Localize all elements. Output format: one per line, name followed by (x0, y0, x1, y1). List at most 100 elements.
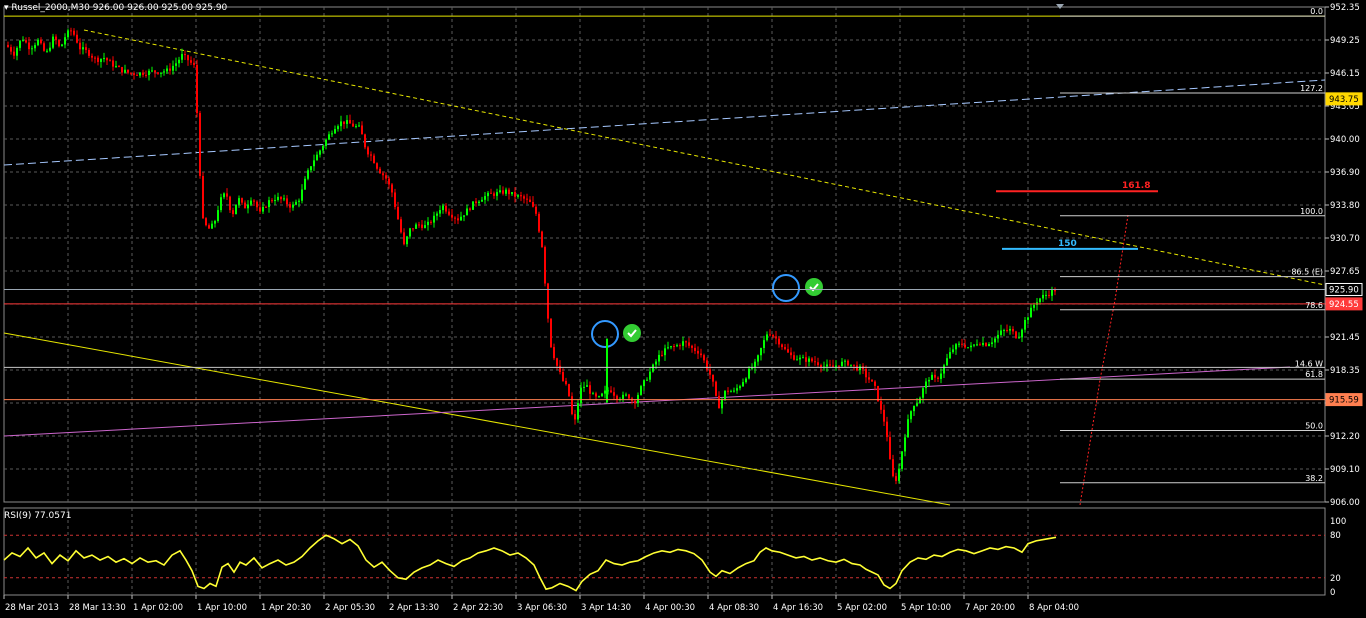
candle-body (1018, 337, 1020, 339)
candle-body (487, 192, 489, 197)
candle-body (1012, 328, 1014, 332)
candle-body (718, 395, 720, 409)
candle-body (202, 175, 204, 219)
candle-body (943, 365, 945, 374)
candle-body (841, 361, 843, 366)
candle-body (133, 73, 135, 75)
candle-body (535, 206, 537, 214)
candle-body (100, 58, 102, 62)
annotation-label-blue: 150 (1058, 239, 1077, 249)
rsi-header: RSI(9) 77.0571 (4, 511, 71, 521)
candle-body (985, 343, 987, 347)
y-tick-label: 912.20 (1330, 432, 1360, 442)
x-tick-label: 4 Apr 00:30 (645, 603, 695, 613)
candle-body (415, 224, 417, 229)
candle-body (940, 373, 942, 379)
candle-body (259, 207, 261, 212)
candle-body (697, 350, 699, 354)
axes: 952.35949.25946.15943.05940.00936.90933.… (3, 3, 1363, 613)
candle-body (460, 216, 462, 221)
candle-body (118, 65, 120, 68)
candle-body (217, 210, 219, 222)
x-tick-label: 4 Apr 08:30 (709, 603, 759, 613)
candle-body (880, 401, 882, 410)
candle-body (124, 69, 126, 73)
candle-body (733, 390, 735, 392)
candle-body (997, 334, 999, 339)
candle-body (913, 405, 915, 412)
rsi-tick-label: 80 (1330, 531, 1341, 541)
candle-body (184, 54, 186, 56)
candle-body (358, 125, 360, 127)
candle-body (574, 414, 576, 420)
candle-body (397, 206, 399, 220)
candle-body (391, 184, 393, 193)
candle-body (298, 200, 300, 202)
candle-body (622, 394, 624, 400)
candle-body (508, 189, 510, 195)
candle-body (553, 347, 555, 359)
x-tick-label: 28 Mar 2013 (5, 603, 59, 613)
candle-body (916, 403, 918, 406)
candle-body (1003, 330, 1005, 332)
candle-body (490, 192, 492, 194)
candle-body (241, 198, 243, 203)
candle-body (1042, 294, 1044, 299)
candle-body (988, 343, 990, 347)
candle-body (781, 344, 783, 348)
candle-body (763, 340, 765, 348)
candle-body (991, 342, 993, 344)
candle-body (172, 65, 174, 71)
candle-body (7, 44, 9, 48)
candle-body (970, 345, 972, 348)
x-tick-label: 3 Apr 14:30 (581, 603, 631, 613)
candle-body (112, 60, 114, 67)
candle-body (289, 204, 291, 208)
candle-body (376, 163, 378, 169)
candle-body (727, 390, 729, 392)
x-tick-label: 1 Apr 02:00 (133, 603, 183, 613)
candle-body (664, 348, 666, 356)
candle-body (676, 345, 678, 347)
candle-body (646, 379, 648, 381)
candle-body (967, 347, 969, 349)
candle-body (670, 346, 672, 348)
candle-body (301, 189, 303, 201)
rsi-tick-label: 0 (1330, 588, 1335, 598)
chart-header[interactable]: ▾ Russel_2000,M30 926.00 926.00 925.00 9… (4, 3, 227, 13)
trendline-upper (83, 29, 1326, 286)
candle-body (232, 210, 234, 215)
candle-body (16, 47, 18, 56)
candle-body (436, 213, 438, 216)
candle-body (445, 205, 447, 212)
rsi-tick-label: 100 (1330, 517, 1346, 527)
candle-body (34, 45, 36, 49)
candle-body (736, 388, 738, 391)
candle-body (208, 225, 210, 229)
candle-body (451, 214, 453, 218)
x-tick-label: 28 Mar 13:30 (69, 603, 126, 613)
y-tick-label: 930.70 (1330, 234, 1360, 244)
candle-body (454, 217, 456, 219)
candle-body (577, 403, 579, 420)
candle-body (637, 394, 639, 404)
candle-body (544, 247, 546, 284)
candle-body (67, 30, 69, 38)
y-tick-label: 949.25 (1330, 36, 1360, 46)
candle-body (586, 385, 588, 387)
header-dropdown-icon[interactable]: ▾ (4, 3, 9, 13)
x-tick-label: 4 Apr 16:30 (773, 603, 823, 613)
candle-body (526, 198, 528, 200)
levels: 0.0 127.2 100.0 86.5 (E) 78.6 61.8 50.0 38.2 14.… (4, 7, 1325, 484)
candle-body (79, 42, 81, 50)
candle-body (793, 355, 795, 360)
candle-body (247, 204, 249, 209)
candle-body (700, 353, 702, 356)
rsi-tick-label: 20 (1330, 574, 1341, 584)
candle-body (493, 193, 495, 196)
candle-body (328, 134, 330, 140)
candle-body (343, 121, 345, 124)
candle-body (532, 201, 534, 207)
x-tick-label: 2 Apr 22:30 (453, 603, 503, 613)
candle-body (76, 34, 78, 43)
